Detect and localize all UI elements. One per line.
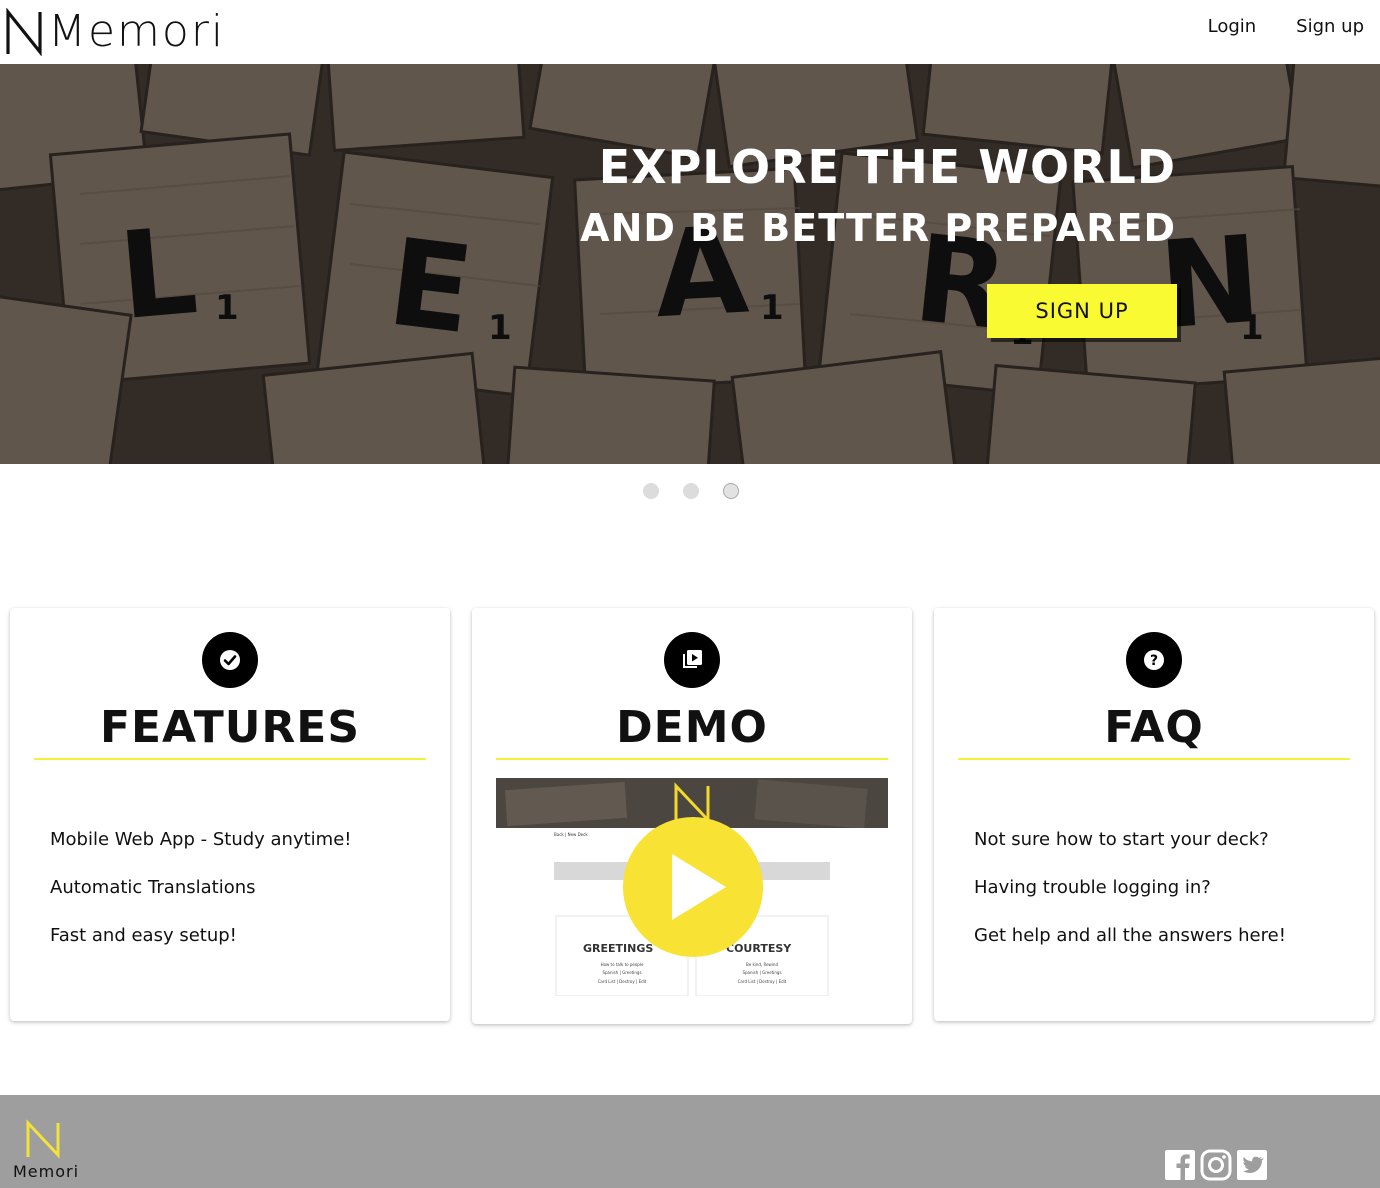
features-item: Mobile Web App - Study anytime!: [50, 829, 352, 850]
play-button-icon[interactable]: [622, 816, 764, 958]
demo-video-thumbnail[interactable]: Back | New Deck How to talk to people Sp…: [496, 778, 888, 996]
carousel-indicators: [643, 483, 739, 499]
svg-text:?: ?: [1150, 653, 1158, 669]
facebook-icon[interactable]: [1164, 1149, 1196, 1181]
svg-text:Spanish | Greetings: Spanish | Greetings: [742, 970, 781, 975]
faq-card: ? FAQ Not sure how to start your deck? H…: [934, 608, 1374, 1021]
features-title: FEATURES: [99, 702, 361, 753]
hero-subtitle: AND BE BETTER PREPARED: [580, 206, 1176, 250]
svg-text:Spanish | Greetings: Spanish | Greetings: [602, 970, 641, 975]
hero-title: EXPLORE THE WORLD: [598, 140, 1176, 194]
hero-signup-button[interactable]: SIGN UP: [987, 284, 1177, 338]
carousel-dot-3[interactable]: [723, 483, 739, 499]
twitter-icon[interactable]: [1236, 1149, 1268, 1181]
faq-list: Not sure how to start your deck? Having …: [974, 816, 1286, 960]
demo-nav-text: Back | New Deck: [554, 832, 588, 837]
hero-carousel: L 1 E 1 A 1 R 1 N 1 EXPLORE THE WORLD AN…: [0, 64, 1380, 464]
carousel-dot-1[interactable]: [643, 483, 659, 499]
video-library-icon: [664, 632, 720, 688]
faq-item[interactable]: Having trouble logging in?: [974, 864, 1286, 912]
features-item: Automatic Translations: [50, 877, 256, 898]
nav-links: Login Sign up: [1208, 16, 1364, 37]
svg-text:Be kind, Rewind: Be kind, Rewind: [746, 962, 779, 967]
signup-link[interactable]: Sign up: [1296, 16, 1364, 37]
footer: Memori: [0, 1095, 1380, 1188]
faq-divider: [958, 758, 1350, 760]
features-divider: [34, 758, 426, 760]
footer-brand-name: Memori: [13, 1162, 80, 1181]
faq-item[interactable]: Get help and all the answers here!: [974, 912, 1286, 960]
instagram-icon[interactable]: [1200, 1149, 1232, 1181]
faq-item[interactable]: Not sure how to start your deck?: [974, 816, 1286, 864]
faq-title: FAQ: [1104, 702, 1204, 753]
brand-name: Memori: [48, 6, 226, 57]
demo-title: DEMO: [616, 702, 768, 753]
svg-text:Card List | Destroy | Edit: Card List | Destroy | Edit: [598, 979, 647, 984]
demo-divider: [496, 758, 888, 760]
svg-text:How to talk to people: How to talk to people: [601, 962, 644, 967]
hero-dark-overlay: [0, 64, 1380, 464]
carousel-dot-2[interactable]: [683, 483, 699, 499]
features-list: Mobile Web App - Study anytime! Automati…: [50, 816, 352, 960]
login-link[interactable]: Login: [1208, 16, 1257, 37]
memori-logo-mark-icon: [6, 8, 42, 56]
navbar: Memori Login Sign up: [0, 0, 1380, 64]
demo-card: DEMO Back | New Deck How to talk to peop…: [472, 608, 912, 1024]
brand-logo[interactable]: Memori: [4, 4, 225, 56]
features-card: FEATURES Mobile Web App - Study anytime!…: [10, 608, 450, 1021]
help-circle-icon: ?: [1126, 632, 1182, 688]
features-item: Fast and easy setup!: [50, 925, 237, 946]
check-circle-icon: [202, 632, 258, 688]
social-links: [1164, 1149, 1268, 1181]
svg-text:Card List | Destroy | Edit: Card List | Destroy | Edit: [738, 979, 787, 984]
